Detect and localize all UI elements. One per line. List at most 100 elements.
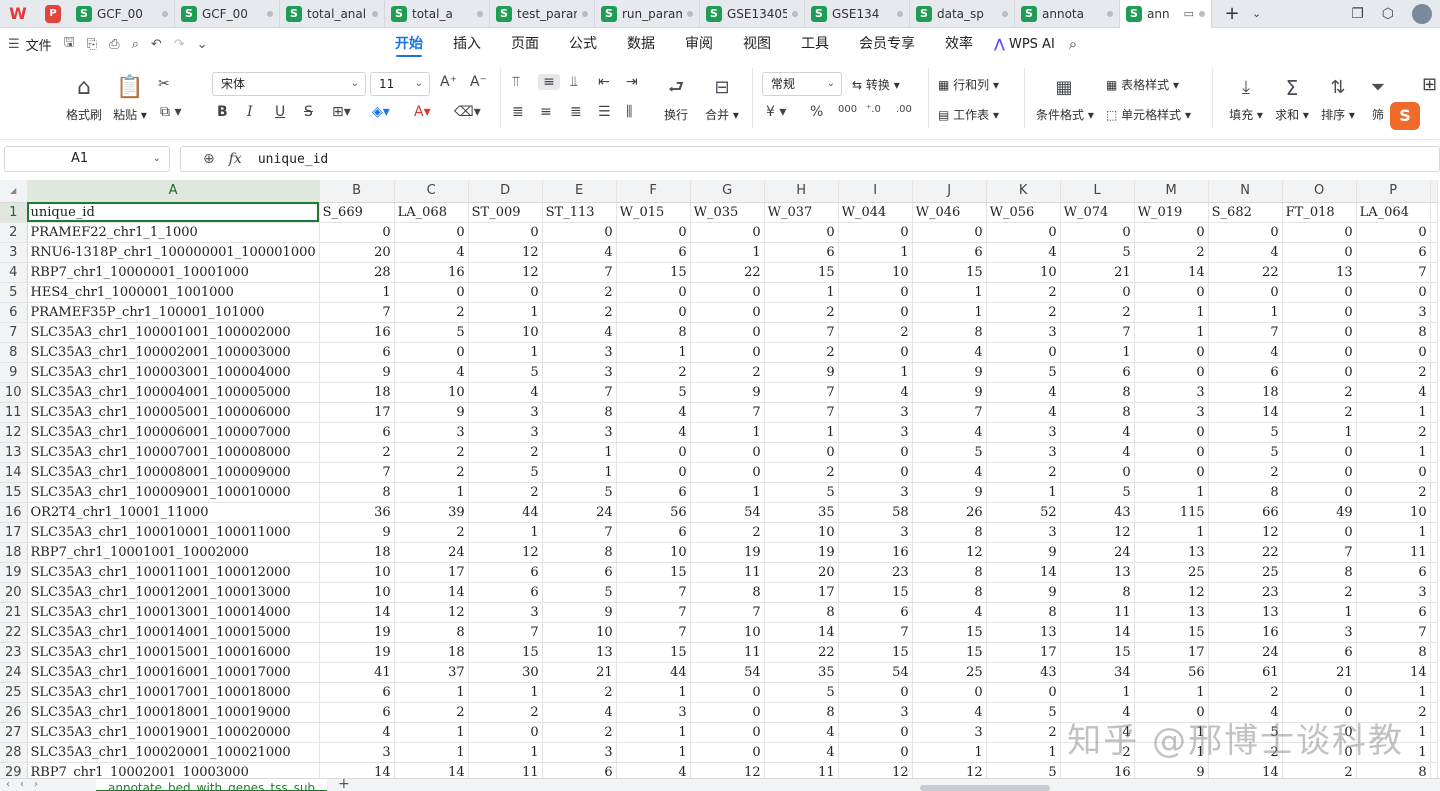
cell[interactable]: 0 bbox=[319, 222, 395, 243]
floating-assistant-icon[interactable]: S bbox=[1390, 102, 1420, 130]
cell[interactable]: 13 bbox=[1208, 602, 1283, 623]
cell[interactable]: 1 bbox=[1356, 402, 1431, 423]
cell[interactable]: 0 bbox=[1134, 362, 1209, 383]
cell[interactable]: 4 bbox=[1060, 422, 1135, 443]
cell[interactable]: 1 bbox=[616, 682, 691, 703]
cell[interactable]: 1 bbox=[912, 742, 987, 763]
cell[interactable] bbox=[1430, 422, 1438, 443]
row-header[interactable]: 28 bbox=[0, 742, 28, 763]
cut-icon[interactable]: ✂ bbox=[158, 76, 170, 92]
menu-tab-7[interactable]: 工具 bbox=[786, 28, 844, 60]
cell[interactable]: 35 bbox=[764, 662, 839, 683]
cell[interactable]: 12 bbox=[912, 542, 987, 563]
fill-button[interactable]: ⤓ 填充 ▾ bbox=[1222, 74, 1270, 123]
cell[interactable]: 1 bbox=[838, 242, 913, 263]
cell[interactable]: 8 bbox=[319, 482, 395, 503]
cell[interactable]: 4 bbox=[542, 322, 617, 343]
cell[interactable]: 8 bbox=[616, 322, 691, 343]
cell[interactable]: 4 bbox=[986, 242, 1061, 263]
cell[interactable]: 8 bbox=[912, 562, 987, 583]
cell[interactable]: 0 bbox=[912, 222, 987, 243]
cell[interactable]: 0 bbox=[1060, 282, 1135, 303]
row-header[interactable]: 7 bbox=[0, 322, 28, 343]
row-header[interactable]: 5 bbox=[0, 282, 28, 303]
cell[interactable] bbox=[1430, 362, 1438, 383]
conditional-format-button[interactable]: ▦ 条件格式 ▾ bbox=[1036, 74, 1094, 123]
cell[interactable]: SLC35A3_chr1_100007001_100008000 bbox=[27, 442, 320, 463]
cell[interactable]: SLC35A3_chr1_100010001_100011000 bbox=[27, 522, 320, 543]
menu-tab-6[interactable]: 视图 bbox=[728, 28, 786, 60]
cell[interactable]: 18 bbox=[394, 642, 469, 663]
cell[interactable]: 2 bbox=[838, 322, 913, 343]
cell[interactable]: 5 bbox=[394, 322, 469, 343]
cell[interactable]: 9 bbox=[1134, 762, 1209, 778]
cell[interactable]: 0 bbox=[986, 222, 1061, 243]
tab-8[interactable]: Sdata_sp bbox=[910, 0, 1015, 28]
cell[interactable]: OR2T4_chr1_10001_11000 bbox=[27, 502, 320, 523]
cell[interactable]: 1 bbox=[319, 282, 395, 303]
cube-icon[interactable]: ⬡ bbox=[1382, 6, 1394, 22]
cell[interactable]: 1 bbox=[838, 362, 913, 383]
cell[interactable]: 39 bbox=[394, 502, 469, 523]
cell[interactable]: 23 bbox=[1208, 582, 1283, 603]
tab-status-icon[interactable] bbox=[687, 10, 693, 17]
cell[interactable]: 8 bbox=[1356, 642, 1431, 663]
cell[interactable]: 0 bbox=[1060, 462, 1135, 483]
row-header[interactable]: 10 bbox=[0, 382, 28, 403]
cell[interactable]: 13 bbox=[1282, 262, 1357, 283]
cell[interactable]: 12 bbox=[468, 242, 543, 263]
cell[interactable]: 5 bbox=[1060, 482, 1135, 503]
cell[interactable]: 14 bbox=[1134, 262, 1209, 283]
cell[interactable]: 13 bbox=[1134, 602, 1209, 623]
cell[interactable]: 0 bbox=[468, 722, 543, 743]
cell[interactable]: 15 bbox=[616, 642, 691, 663]
row-header[interactable]: 21 bbox=[0, 602, 28, 623]
cell[interactable]: 0 bbox=[1356, 222, 1431, 243]
cell[interactable]: 0 bbox=[690, 682, 765, 703]
cell[interactable]: 0 bbox=[838, 222, 913, 243]
cell[interactable] bbox=[1430, 522, 1438, 543]
wrap-text-button[interactable]: ⮐ 换行 bbox=[652, 74, 700, 123]
cell[interactable]: SLC35A3_chr1_100019001_100020000 bbox=[27, 722, 320, 743]
cell[interactable]: 2 bbox=[1060, 302, 1135, 323]
cell[interactable]: 22 bbox=[690, 262, 765, 283]
align-center-icon[interactable]: ≡ bbox=[540, 104, 552, 120]
cell[interactable]: 2 bbox=[394, 302, 469, 323]
cell[interactable]: 24 bbox=[394, 542, 469, 563]
cell[interactable]: 0 bbox=[690, 222, 765, 243]
row-header[interactable]: 24 bbox=[0, 662, 28, 683]
cell[interactable]: 0 bbox=[912, 682, 987, 703]
cell[interactable]: 1 bbox=[468, 342, 543, 363]
cell[interactable]: 0 bbox=[838, 302, 913, 323]
tab-status-icon[interactable] bbox=[792, 10, 798, 17]
cell[interactable]: 19 bbox=[764, 542, 839, 563]
cell[interactable]: 13 bbox=[986, 622, 1061, 643]
zoom-icon[interactable]: ⊕ bbox=[203, 151, 215, 167]
cell[interactable]: 13 bbox=[542, 642, 617, 663]
column-header-E[interactable]: E bbox=[542, 180, 617, 203]
column-header-J[interactable]: J bbox=[912, 180, 987, 203]
cell[interactable]: 25 bbox=[1134, 562, 1209, 583]
cell[interactable]: 9 bbox=[542, 602, 617, 623]
format-painter-button[interactable]: ⌂ 格式刷 bbox=[60, 74, 108, 123]
cell[interactable]: 36 bbox=[319, 502, 395, 523]
cell[interactable]: 14 bbox=[394, 762, 469, 778]
percent-button[interactable]: % bbox=[810, 104, 823, 120]
cell[interactable]: 30 bbox=[468, 662, 543, 683]
cell[interactable]: 6 bbox=[1356, 602, 1431, 623]
cell[interactable]: 54 bbox=[838, 662, 913, 683]
paste-button[interactable]: 📋 粘贴 ▾ bbox=[106, 74, 154, 123]
avatar[interactable] bbox=[1412, 4, 1432, 24]
strikethrough-button[interactable]: S bbox=[304, 104, 313, 120]
cell[interactable]: 54 bbox=[690, 662, 765, 683]
tab-status-icon[interactable] bbox=[1107, 10, 1113, 17]
row-header[interactable]: 8 bbox=[0, 342, 28, 363]
cell[interactable]: 6 bbox=[542, 762, 617, 778]
row-header[interactable]: 12 bbox=[0, 422, 28, 443]
column-header-L[interactable]: L bbox=[1060, 180, 1135, 203]
cell[interactable]: 3 bbox=[838, 422, 913, 443]
italic-button[interactable]: I bbox=[247, 104, 253, 120]
cell[interactable]: 0 bbox=[690, 702, 765, 723]
cell[interactable]: 21 bbox=[1060, 262, 1135, 283]
cell[interactable]: 0 bbox=[1060, 222, 1135, 243]
